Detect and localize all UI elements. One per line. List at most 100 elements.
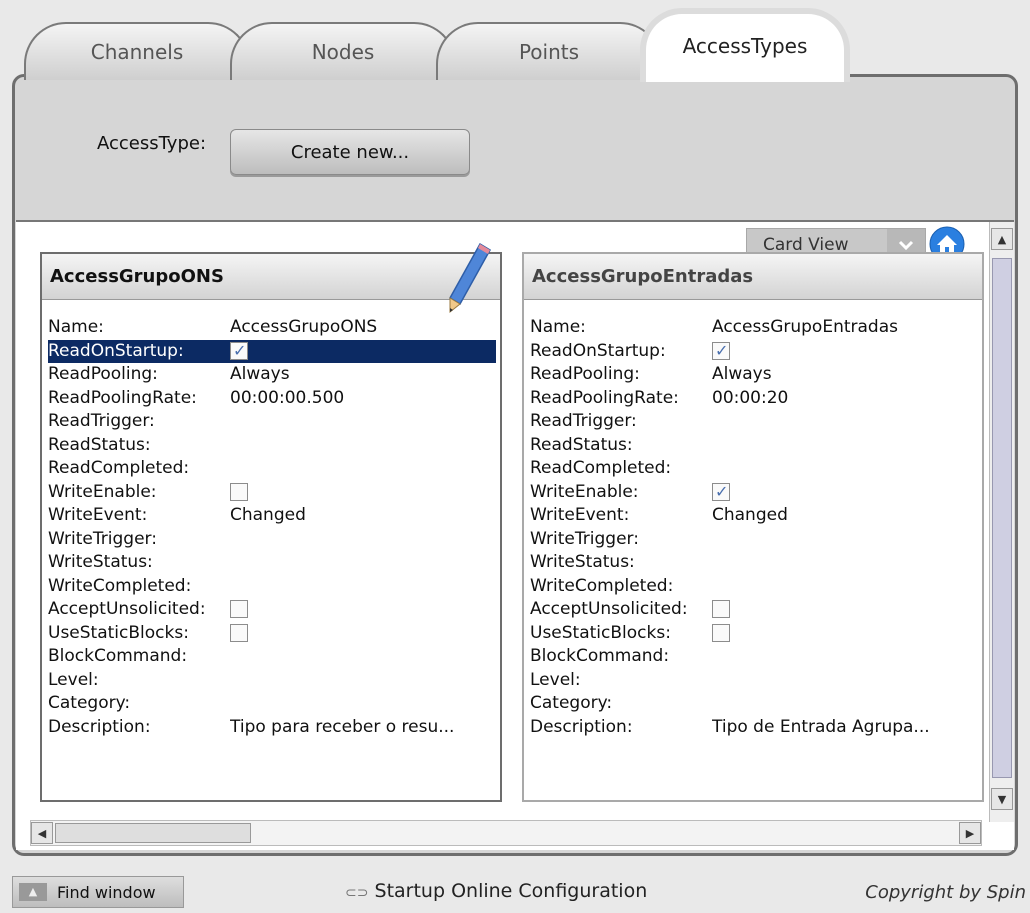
field-label: ReadCompleted:: [530, 458, 672, 478]
startup-status: ⊂⊃ Startup Online Configuration: [345, 880, 647, 902]
field-value: [230, 410, 500, 434]
access-card[interactable]: AccessGrupoONS Name: AccessGrupoONS ReadOn…: [40, 242, 502, 802]
field-checkbox-cell: [712, 598, 982, 622]
field-label: ReadTrigger:: [48, 411, 155, 431]
field-checkbox[interactable]: [230, 600, 248, 618]
card-field-row[interactable]: WriteStatus:: [48, 551, 500, 575]
field-checkbox-cell: [230, 481, 500, 505]
card-field-row[interactable]: Name: AccessGrupoEntradas: [530, 316, 982, 340]
card-field-row[interactable]: ReadPooling: Always: [530, 363, 982, 387]
field-value: [712, 434, 982, 458]
chevron-up-icon: ▲: [19, 883, 47, 901]
create-new-button[interactable]: Create new...: [230, 129, 470, 175]
scroll-right-arrow-icon[interactable]: ▶: [959, 822, 981, 844]
vertical-scrollbar[interactable]: ▲ ▼: [989, 222, 1014, 822]
card-field-row[interactable]: WriteCompleted:: [530, 575, 982, 599]
tab-points[interactable]: Points: [436, 22, 662, 80]
field-checkbox[interactable]: [230, 482, 248, 501]
field-label: AcceptUnsolicited:: [48, 599, 206, 619]
field-label: Category:: [48, 693, 131, 713]
horizontal-scrollbar[interactable]: ◀ ▶: [30, 820, 982, 846]
field-label: WriteStatus:: [530, 552, 635, 572]
field-checkbox-cell: [230, 598, 500, 622]
card-field-row[interactable]: ReadStatus:: [530, 434, 982, 458]
tab-channels[interactable]: Channels: [24, 22, 250, 80]
field-value: [712, 457, 982, 481]
field-label: ReadPooling:: [530, 364, 640, 384]
field-value: [230, 551, 500, 575]
card-title: AccessGrupoEntradas: [524, 254, 982, 300]
card-field-row[interactable]: AcceptUnsolicited:: [48, 598, 500, 622]
vertical-scroll-thumb[interactable]: [992, 258, 1012, 778]
access-card[interactable]: AccessGrupoEntradas Name: AccessGrupoEntr…: [522, 252, 984, 802]
card-field-row[interactable]: Level:: [530, 669, 982, 693]
tab-nodes[interactable]: Nodes: [230, 22, 456, 80]
card-field-row[interactable]: ReadPoolingRate: 00:00:00.500: [48, 387, 500, 411]
card-field-row[interactable]: WriteEvent: Changed: [48, 504, 500, 528]
field-checkbox-cell: [230, 622, 500, 646]
field-label: Name:: [530, 317, 586, 337]
tab-label: Channels: [90, 40, 184, 64]
field-checkbox[interactable]: [712, 481, 730, 503]
card-field-row[interactable]: ReadPoolingRate: 00:00:20: [530, 387, 982, 411]
find-window-label: Find window: [57, 882, 156, 902]
card-field-row[interactable]: WriteEnable:: [48, 481, 500, 505]
field-label: WriteStatus:: [48, 552, 153, 572]
link-icon: ⊂⊃: [345, 885, 369, 901]
card-field-row[interactable]: WriteEnable:: [530, 481, 982, 505]
card-field-row[interactable]: WriteTrigger:: [48, 528, 500, 552]
card-field-row[interactable]: Category:: [530, 692, 982, 716]
field-label: BlockCommand:: [48, 646, 188, 666]
field-label: ReadOnStartup:: [48, 340, 184, 361]
scroll-down-arrow-icon[interactable]: ▼: [991, 788, 1013, 810]
horizontal-scroll-thumb[interactable]: [55, 823, 251, 843]
card-field-row[interactable]: Name: AccessGrupoONS: [48, 316, 500, 340]
field-label: Description:: [530, 716, 633, 737]
card-field-row[interactable]: UseStaticBlocks:: [530, 622, 982, 646]
card-field-row[interactable]: Description: Tipo de Entrada Agrupa...: [530, 716, 982, 740]
card-field-row[interactable]: WriteTrigger:: [530, 528, 982, 552]
card-field-row[interactable]: ReadOnStartup:: [530, 340, 982, 364]
find-window-button[interactable]: ▲ Find window: [12, 876, 184, 908]
card-field-row[interactable]: WriteEvent: Changed: [530, 504, 982, 528]
field-label: BlockCommand:: [530, 646, 670, 666]
field-value: [230, 669, 500, 693]
pencil-edit-icon[interactable]: [442, 242, 492, 314]
card-field-row[interactable]: ReadTrigger:: [48, 410, 500, 434]
card-field-row[interactable]: BlockCommand:: [530, 645, 982, 669]
card-field-row[interactable]: ReadTrigger:: [530, 410, 982, 434]
field-checkbox[interactable]: [230, 340, 248, 362]
field-value: Always: [230, 364, 290, 384]
card-field-row[interactable]: ReadOnStartup:: [48, 339, 496, 363]
field-label: Level:: [530, 669, 581, 690]
field-value: AccessGrupoONS: [230, 317, 378, 337]
card-field-row[interactable]: AcceptUnsolicited:: [530, 598, 982, 622]
tab-accesstypes[interactable]: AccessTypes: [640, 8, 850, 82]
card-field-row[interactable]: ReadStatus:: [48, 434, 500, 458]
card-field-row[interactable]: WriteStatus:: [530, 551, 982, 575]
scroll-up-arrow-icon[interactable]: ▲: [991, 228, 1013, 250]
field-checkbox[interactable]: [712, 600, 730, 618]
accesstypes-panel: AccessType: Create new... Card View Acce…: [12, 74, 1018, 856]
field-checkbox[interactable]: [712, 623, 730, 642]
scroll-left-arrow-icon[interactable]: ◀: [31, 822, 53, 844]
card-field-row[interactable]: BlockCommand:: [48, 645, 500, 669]
field-value: Always: [712, 364, 772, 384]
field-label: ReadTrigger:: [530, 411, 637, 431]
card-field-row[interactable]: WriteCompleted:: [48, 575, 500, 599]
card-field-row[interactable]: ReadCompleted:: [530, 457, 982, 481]
card-field-row[interactable]: Description: Tipo para receber o resu...: [48, 716, 500, 740]
field-checkbox[interactable]: [230, 623, 248, 642]
card-field-row[interactable]: ReadCompleted:: [48, 457, 500, 481]
field-checkbox[interactable]: [712, 340, 730, 362]
card-field-row[interactable]: UseStaticBlocks:: [48, 622, 500, 646]
field-label: Name:: [48, 317, 104, 337]
card-field-row[interactable]: ReadPooling: Always: [48, 363, 500, 387]
field-value: [712, 645, 982, 669]
field-label: WriteEvent:: [530, 505, 630, 525]
field-label: WriteEnable:: [48, 481, 157, 502]
card-field-row[interactable]: Category:: [48, 692, 500, 716]
field-label: ReadPoolingRate:: [48, 387, 197, 408]
card-field-row[interactable]: Level:: [48, 669, 500, 693]
card-view-area: Card View AccessGrupoONS Name: AccessGrup…: [16, 220, 1014, 850]
